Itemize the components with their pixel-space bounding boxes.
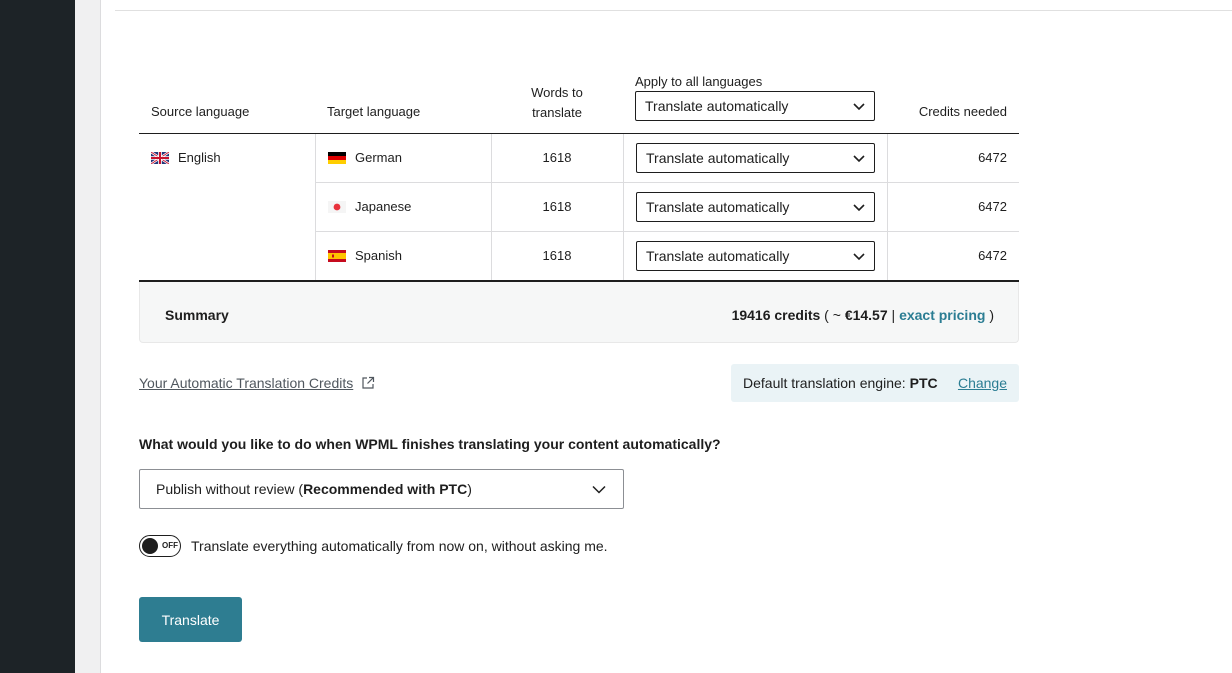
completion-question: What would you like to do when WPML fini… [139,436,721,452]
chevron-down-icon [853,155,865,163]
publish-option-value: Publish without review (Recommended with… [156,481,472,497]
words-count: 1618 [542,199,572,214]
target-language-name: Japanese [355,199,412,214]
column-divider [623,134,624,280]
header-words-line2: translate [532,105,582,120]
publish-option-prefix: Publish without review ( [156,481,304,497]
translate-everything-toggle[interactable]: OFF [139,535,181,557]
translation-method-select-german[interactable]: Translate automatically [636,143,875,173]
column-divider [887,134,888,280]
credits-link-label: Your Automatic Translation Credits [139,375,354,391]
row-divider [315,231,1019,232]
credits-needed: 6472 [978,199,1007,214]
words-count: 1618 [542,248,572,263]
chevron-down-icon [853,103,865,111]
header-apply-to-all: Apply to all languages [635,74,763,89]
external-link-icon [362,376,375,389]
summary-close-paren: ) [985,307,994,323]
engine-label: Default translation engine: [743,375,906,391]
publish-option-recommended: Recommended with PTC [303,481,468,497]
spain-flag-icon [328,249,346,262]
target-language-japanese: Japanese [328,199,411,214]
automatic-translation-credits-link[interactable]: Your Automatic Translation Credits [139,375,375,391]
header-words-to-translate: Words to translate [516,83,598,123]
admin-sidebar [0,0,75,673]
summary-credits: 19416 credits [731,307,821,323]
source-language-name: English [178,150,221,165]
translation-method-select-spanish[interactable]: Translate automatically [636,241,875,271]
publish-option-select[interactable]: Publish without review (Recommended with… [139,469,624,509]
translation-method-value: Translate automatically [646,150,790,166]
translate-everything-label: Translate everything automatically from … [191,538,608,554]
credits-needed: 6472 [978,150,1007,165]
publish-option-suffix: ) [467,481,472,497]
summary-bar: Summary 19416 credits ( ~ €14.57 | exact… [139,282,1019,343]
translation-method-value: Translate automatically [646,199,790,215]
summary-open-paren: ( ~ [820,307,845,323]
credits-needed: 6472 [978,248,1007,263]
toggle-knob [142,538,158,554]
translate-button[interactable]: Translate [139,597,242,642]
row-divider [315,182,1019,183]
exact-pricing-link[interactable]: exact pricing [899,307,985,323]
uk-flag-icon [151,151,169,164]
summary-value: 19416 credits ( ~ €14.57 | exact pricing… [732,307,994,323]
target-language-name: German [355,150,402,165]
germany-flag-icon [328,151,346,164]
target-language-german: German [328,150,402,165]
header-target-language: Target language [327,104,421,119]
translation-engine-box: Default translation engine: PTC Change [731,364,1019,402]
summary-label: Summary [165,307,229,323]
engine-value: PTC [909,375,938,391]
change-engine-link[interactable]: Change [958,375,1007,391]
top-divider [115,10,1232,11]
source-language-cell: English [151,150,221,165]
translation-method-value: Translate automatically [646,248,790,264]
summary-price: €14.57 [844,307,888,323]
toggle-state-label: OFF [162,541,178,550]
words-count: 1618 [542,150,572,165]
translation-method-select-japanese[interactable]: Translate automatically [636,192,875,222]
chevron-down-icon [853,204,865,212]
apply-all-select-value: Translate automatically [645,98,789,114]
header-source-language: Source language [151,104,250,119]
chevron-down-icon [592,485,606,494]
apply-all-select[interactable]: Translate automatically [635,91,875,121]
japan-flag-icon [328,200,346,213]
summary-separator: | [887,307,900,323]
target-language-name: Spanish [355,248,402,263]
target-language-spanish: Spanish [328,248,402,263]
header-credits-needed: Credits needed [918,104,1007,119]
header-words-line1: Words to [531,85,583,100]
chevron-down-icon [853,253,865,261]
column-divider [491,134,492,280]
column-divider [315,134,316,280]
